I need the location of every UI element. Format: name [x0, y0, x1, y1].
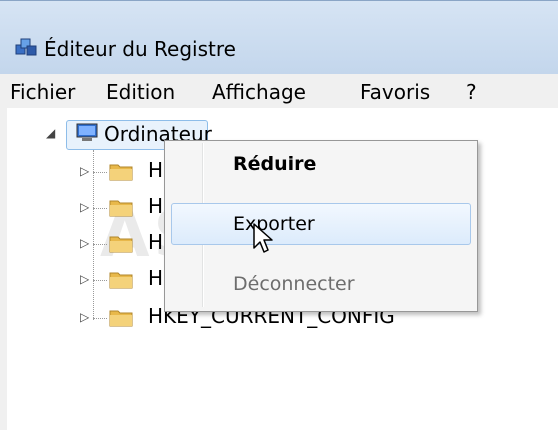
- menu-fichier[interactable]: Fichier: [10, 80, 75, 104]
- folder-icon: [109, 310, 133, 327]
- folder-icon: [109, 272, 133, 289]
- menu-edition[interactable]: Edition: [106, 80, 175, 104]
- registry-editor-window: Éditeur du Registre Fichier Edition Affi…: [0, 0, 558, 430]
- tree-node-hkey[interactable]: H: [148, 158, 163, 182]
- tree-connector: [93, 318, 107, 319]
- tree-connector: [93, 280, 107, 281]
- tree-connector: [93, 244, 107, 245]
- tree-node-hkey[interactable]: H: [148, 230, 163, 254]
- menu-item-deconnecter: Déconnecter: [233, 273, 355, 295]
- computer-icon: [76, 123, 98, 141]
- registry-editor-icon: [15, 38, 37, 56]
- folder-icon: [109, 200, 133, 217]
- expand-arrow-icon[interactable]: ▷: [80, 200, 89, 214]
- collapse-arrow-icon[interactable]: ◢: [46, 126, 55, 140]
- folder-icon: [109, 236, 133, 253]
- expand-arrow-icon[interactable]: ▷: [80, 164, 89, 178]
- expand-arrow-icon[interactable]: ▷: [80, 272, 89, 286]
- tree-connector: [93, 172, 107, 173]
- menu-item-hover-highlight: [171, 203, 471, 245]
- tree-node-hkey[interactable]: H: [148, 266, 163, 290]
- tree-node-hkey[interactable]: H: [148, 194, 163, 218]
- context-menu: Réduire Exporter Déconnecter: [164, 140, 478, 312]
- menu-item-reduire[interactable]: Réduire: [233, 153, 316, 175]
- tree-connector: [93, 150, 94, 320]
- mouse-pointer-icon: [253, 223, 273, 253]
- tree-connector: [93, 208, 107, 209]
- menu-favoris[interactable]: Favoris: [360, 80, 430, 104]
- menu-help[interactable]: ?: [466, 80, 477, 104]
- menu-affichage[interactable]: Affichage: [212, 80, 306, 104]
- folder-icon: [109, 164, 133, 181]
- menu-bar: Fichier Edition Affichage Favoris ?: [0, 74, 558, 109]
- expand-arrow-icon[interactable]: ▷: [80, 236, 89, 250]
- expand-arrow-icon[interactable]: ▷: [80, 310, 89, 324]
- title-bar[interactable]: Éditeur du Registre: [0, 0, 558, 75]
- window-title: Éditeur du Registre: [44, 37, 236, 61]
